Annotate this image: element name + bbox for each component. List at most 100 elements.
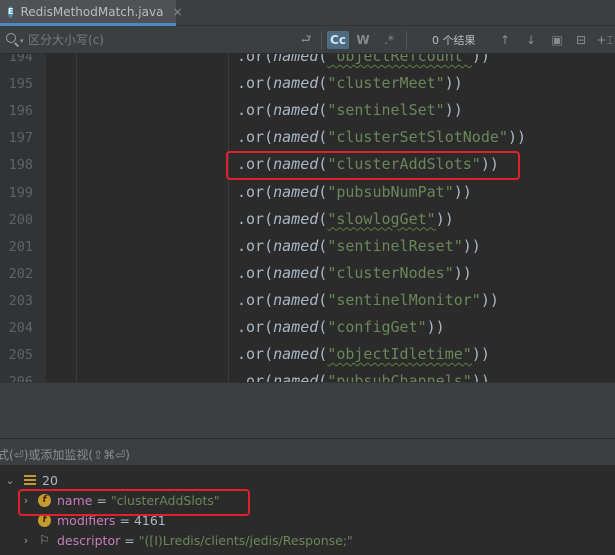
filter-icon[interactable]: ⊟ (573, 31, 589, 49)
arrow-down-icon[interactable]: ↓ (523, 31, 539, 49)
select-all-icon[interactable]: ▣ (549, 31, 565, 49)
chevron-down-icon[interactable]: ⌄ (4, 474, 16, 487)
code-token: )) (507, 128, 526, 147)
code-line[interactable]: .or(named("sentinelReset")) (237, 237, 481, 255)
code-token-method: named (273, 372, 319, 382)
debugger-toolbar (0, 382, 615, 438)
code-token: ( (318, 345, 328, 364)
newline-icon[interactable]: ⮐ (298, 31, 314, 49)
var-value: "([I)Lredis/clients/jedis/Response;" (138, 532, 353, 548)
variables-tree: ⌄ 20 › f name = "clusterAddSlots" f modi… (0, 466, 615, 555)
line-number: 205 (8, 347, 33, 364)
tree-row-descriptor[interactable]: › ⚐ descriptor = "([I)Lredis/clients/jed… (20, 530, 353, 550)
code-token-string: "clusterSetSlotNode" (327, 128, 508, 147)
flag-icon: ⚐ (39, 533, 50, 547)
indent-guide (228, 54, 229, 382)
code-token: )) (453, 182, 472, 201)
line-number: 195 (8, 76, 33, 93)
line-number: 203 (8, 292, 33, 309)
line-number: 199 (8, 184, 33, 201)
code-token-method: named (273, 318, 319, 336)
code-editor[interactable]: 194 .or(named("objectRefcount")) 195 .or(na… (0, 54, 615, 382)
code-token: )) (453, 263, 472, 282)
search-input[interactable] (28, 30, 288, 50)
code-token-string: "objectIdletime" (327, 345, 472, 364)
code-token: .or( (237, 128, 274, 147)
code-token: ( (318, 290, 328, 309)
code-token-string: "configGet" (327, 318, 427, 336)
code-token-method: named (273, 101, 319, 120)
code-token-string: "objectRefcount" (327, 54, 472, 65)
code-token-method: named (273, 54, 319, 65)
code-token: ( (318, 101, 328, 120)
line-number: 206 (0, 374, 33, 382)
enum-class-icon: E (8, 5, 14, 18)
code-token: ( (318, 318, 328, 336)
divider (406, 31, 407, 49)
code-token-method: named (273, 182, 319, 201)
code-line[interactable]: .or(named("slowlogGet")) (237, 210, 454, 228)
code-token: ( (318, 182, 328, 201)
code-line[interactable]: .or(named("sentinelMonitor")) (237, 291, 499, 309)
code-token: ( (318, 54, 328, 65)
tab-label: RedisMethodMatch.java (20, 4, 164, 19)
line-number: 201 (8, 238, 33, 255)
line-number: 194 (8, 54, 33, 65)
tree-row-root[interactable]: ⌄ 20 (4, 470, 58, 490)
tab-redis-method-match[interactable]: E RedisMethodMatch.java × (0, 0, 183, 26)
code-token: .or( (237, 290, 274, 309)
line-number: 200 (8, 211, 33, 228)
indent-guide (76, 54, 77, 382)
code-token-string: "pubsubChannels" (327, 372, 472, 382)
code-token-method: named (273, 128, 319, 147)
code-line[interactable]: .or(named("clusterSetSlotNode")) (237, 128, 526, 146)
code-token: .or( (237, 372, 274, 382)
code-line[interactable]: .or(named("objectIdletime")) (237, 345, 490, 363)
find-bar: ▾ ⮐ Cc W .* 0 个结果 ↑ ↓ ▣ ⊟ +⌶ (0, 26, 615, 54)
code-line[interactable]: .or(named("pubsubNumPat")) (237, 183, 472, 201)
line-number: 198 (8, 157, 33, 174)
code-token: .or( (237, 345, 274, 364)
code-token: .or( (237, 101, 274, 120)
code-token: ( (318, 372, 328, 382)
evaluate-hint: 式(⏎)或添加监视(⇧⌘⏎) (0, 448, 130, 462)
add-cursor-icon[interactable]: +⌶ (596, 31, 613, 49)
code-token: )) (471, 345, 490, 364)
editor-tab-bar: E RedisMethodMatch.java × (0, 0, 615, 26)
line-number: 204 (8, 320, 33, 336)
code-token: )) (435, 209, 454, 228)
code-token: ( (318, 128, 328, 147)
code-token: .or( (237, 236, 274, 255)
code-token: )) (426, 318, 445, 336)
code-line[interactable]: .or(named("clusterNodes")) (237, 264, 472, 282)
whole-words-toggle[interactable]: W (354, 31, 372, 49)
highlight-box-code (226, 151, 520, 180)
arrow-up-icon[interactable]: ↑ (497, 31, 513, 49)
results-count: 0 个结果 (432, 34, 476, 47)
code-line[interactable]: .or(named("configGet")) (237, 318, 445, 336)
code-token: ( (318, 74, 328, 93)
code-token-method: named (273, 236, 319, 255)
code-line[interactable]: .or(named("objectRefcount")) (237, 54, 490, 65)
regex-toggle[interactable]: .* (380, 31, 398, 49)
code-token: )) (462, 236, 481, 255)
code-line[interactable]: .or(named("clusterMeet")) (237, 74, 463, 92)
code-token: ( (318, 209, 328, 228)
code-token: )) (471, 54, 490, 65)
code-token-string: "sentinelSet" (327, 101, 445, 120)
list-icon (24, 475, 36, 485)
divider (321, 31, 322, 49)
root-label: 20 (42, 472, 58, 488)
code-token: ( (318, 263, 328, 282)
match-case-toggle[interactable]: Cc (327, 31, 349, 49)
chevron-right-icon[interactable]: › (20, 534, 32, 547)
evaluate-expression-bar[interactable]: 式(⏎)或添加监视(⇧⌘⏎) (0, 438, 615, 466)
close-icon[interactable]: × (172, 5, 182, 19)
line-number: 197 (8, 130, 33, 147)
code-token-method: named (273, 290, 319, 309)
search-icon[interactable]: ▾ (6, 33, 24, 48)
code-line[interactable]: .or(named("pubsubChannels")) (237, 372, 490, 382)
code-line[interactable]: .or(named("sentinelSet")) (237, 101, 463, 119)
code-token: .or( (237, 263, 274, 282)
code-token: )) (444, 74, 463, 93)
